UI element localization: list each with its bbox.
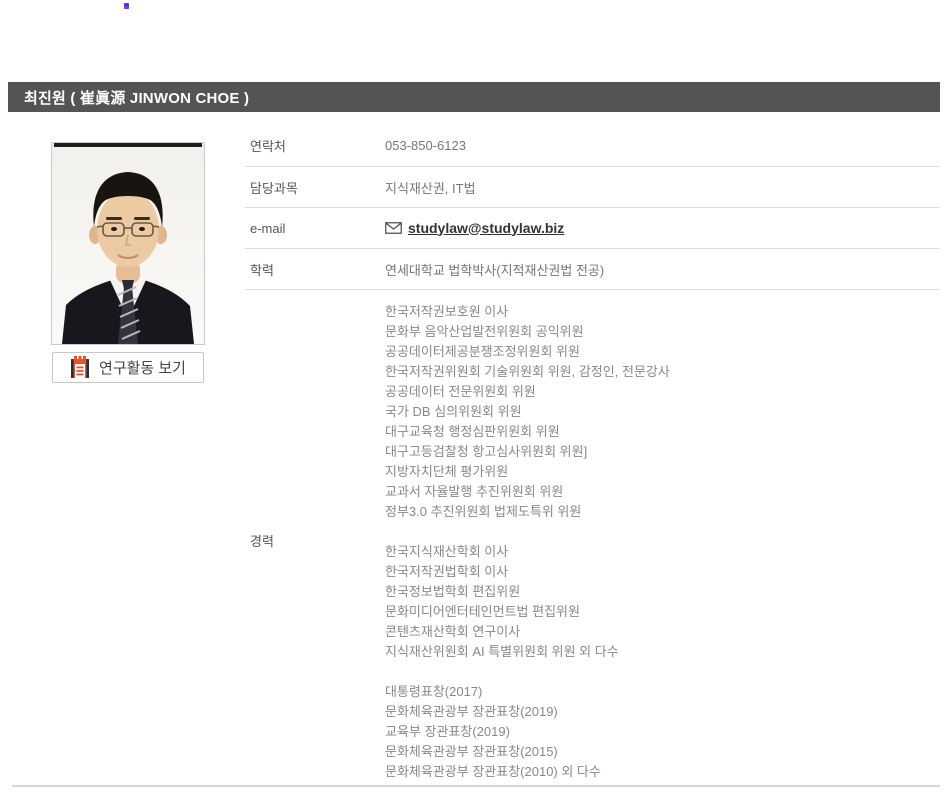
row-subjects: 담당과목 지식재산권, IT법 <box>245 167 940 208</box>
career-line: 한국저작권위원회 기술위원회 위원, 감정인, 전문강사 <box>385 362 940 382</box>
career-line: 지식재산위원회 AI 특별위원회 위원 외 다수 <box>385 642 940 662</box>
career-line: 한국저작권보호원 이사 <box>385 302 940 322</box>
research-activity-button[interactable]: 연구활동 보기 <box>52 352 204 383</box>
professor-profile-page: 최진원 ( 崔眞源 JINWON CHOE ) <box>0 0 952 793</box>
career-line: 대통령표창(2017) <box>385 682 940 702</box>
contact-label: 연락처 <box>245 136 385 155</box>
career-line: 문화체육관광부 장관표창(2019) <box>385 702 940 722</box>
profile-info-table: 연락처 053-850-6123 담당과목 지식재산권, IT법 e-mail … <box>245 125 940 790</box>
subjects-label: 담당과목 <box>245 178 385 197</box>
career-line: 문화미디어엔터테인먼트법 편집위원 <box>385 602 940 622</box>
career-line: 한국저작권법학회 이사 <box>385 562 940 582</box>
row-career: 경력 한국저작권보호원 이사문화부 음악산업발전위원회 공익위원공공데이터제공분… <box>245 290 940 790</box>
email-link[interactable]: studylaw@studylaw.biz <box>385 220 564 236</box>
career-label: 경력 <box>245 531 385 550</box>
bottom-divider <box>12 785 940 787</box>
profile-title-bar: 최진원 ( 崔眞源 JINWON CHOE ) <box>8 82 940 112</box>
contact-value: 053-850-6123 <box>385 138 940 153</box>
row-email: e-mail studylaw@studylaw.biz <box>245 208 940 249</box>
career-line: 대구고등검찰청 항고심사위원회 위원] <box>385 442 940 462</box>
career-line: 대구교육청 행정심판위원회 위원 <box>385 422 940 442</box>
career-line: 교과서 자율발행 추진위원회 위원 <box>385 482 940 502</box>
career-line: 문화부 음악산업발전위원회 공익위원 <box>385 322 940 342</box>
education-label: 학력 <box>245 260 385 279</box>
career-line: 지방자치단체 평가위원 <box>385 462 940 482</box>
career-line: 콘텐츠재산학회 연구이사 <box>385 622 940 642</box>
career-line: 정부3.0 추진위원회 법제도특위 위원 <box>385 502 940 522</box>
broken-image-marker <box>124 3 129 9</box>
profile-name-title: 최진원 ( 崔眞源 JINWON CHOE ) <box>24 87 249 108</box>
portrait-illustration <box>52 143 204 344</box>
career-line: 국가 DB 심의위원회 위원 <box>385 402 940 422</box>
profile-photo <box>51 142 205 345</box>
career-line: 공공데이터제공분쟁조정위원회 위원 <box>385 342 940 362</box>
row-contact: 연락처 053-850-6123 <box>245 125 940 167</box>
email-address: studylaw@studylaw.biz <box>408 220 564 236</box>
notepad-icon <box>70 356 90 379</box>
career-line <box>385 662 940 682</box>
subjects-value: 지식재산권, IT법 <box>385 178 940 197</box>
career-line: 교육부 장관표창(2019) <box>385 722 940 742</box>
career-line: 문화체육관광부 장관표창(2010) 외 다수 <box>385 762 940 782</box>
email-label: e-mail <box>245 221 385 236</box>
career-lines: 한국저작권보호원 이사문화부 음악산업발전위원회 공익위원공공데이터제공분쟁조정… <box>385 290 940 790</box>
envelope-icon <box>385 222 402 234</box>
career-line: 공공데이터 전문위원회 위원 <box>385 382 940 402</box>
career-line: 한국정보법학회 편집위원 <box>385 582 940 602</box>
education-value: 연세대학교 법학박사(지적재산권법 전공) <box>385 260 940 279</box>
row-education: 학력 연세대학교 법학박사(지적재산권법 전공) <box>245 249 940 290</box>
research-activity-button-label: 연구활동 보기 <box>99 357 186 378</box>
career-line: 한국지식재산학회 이사 <box>385 542 940 562</box>
career-line: 문화체육관광부 장관표창(2015) <box>385 742 940 762</box>
career-line <box>385 522 940 542</box>
